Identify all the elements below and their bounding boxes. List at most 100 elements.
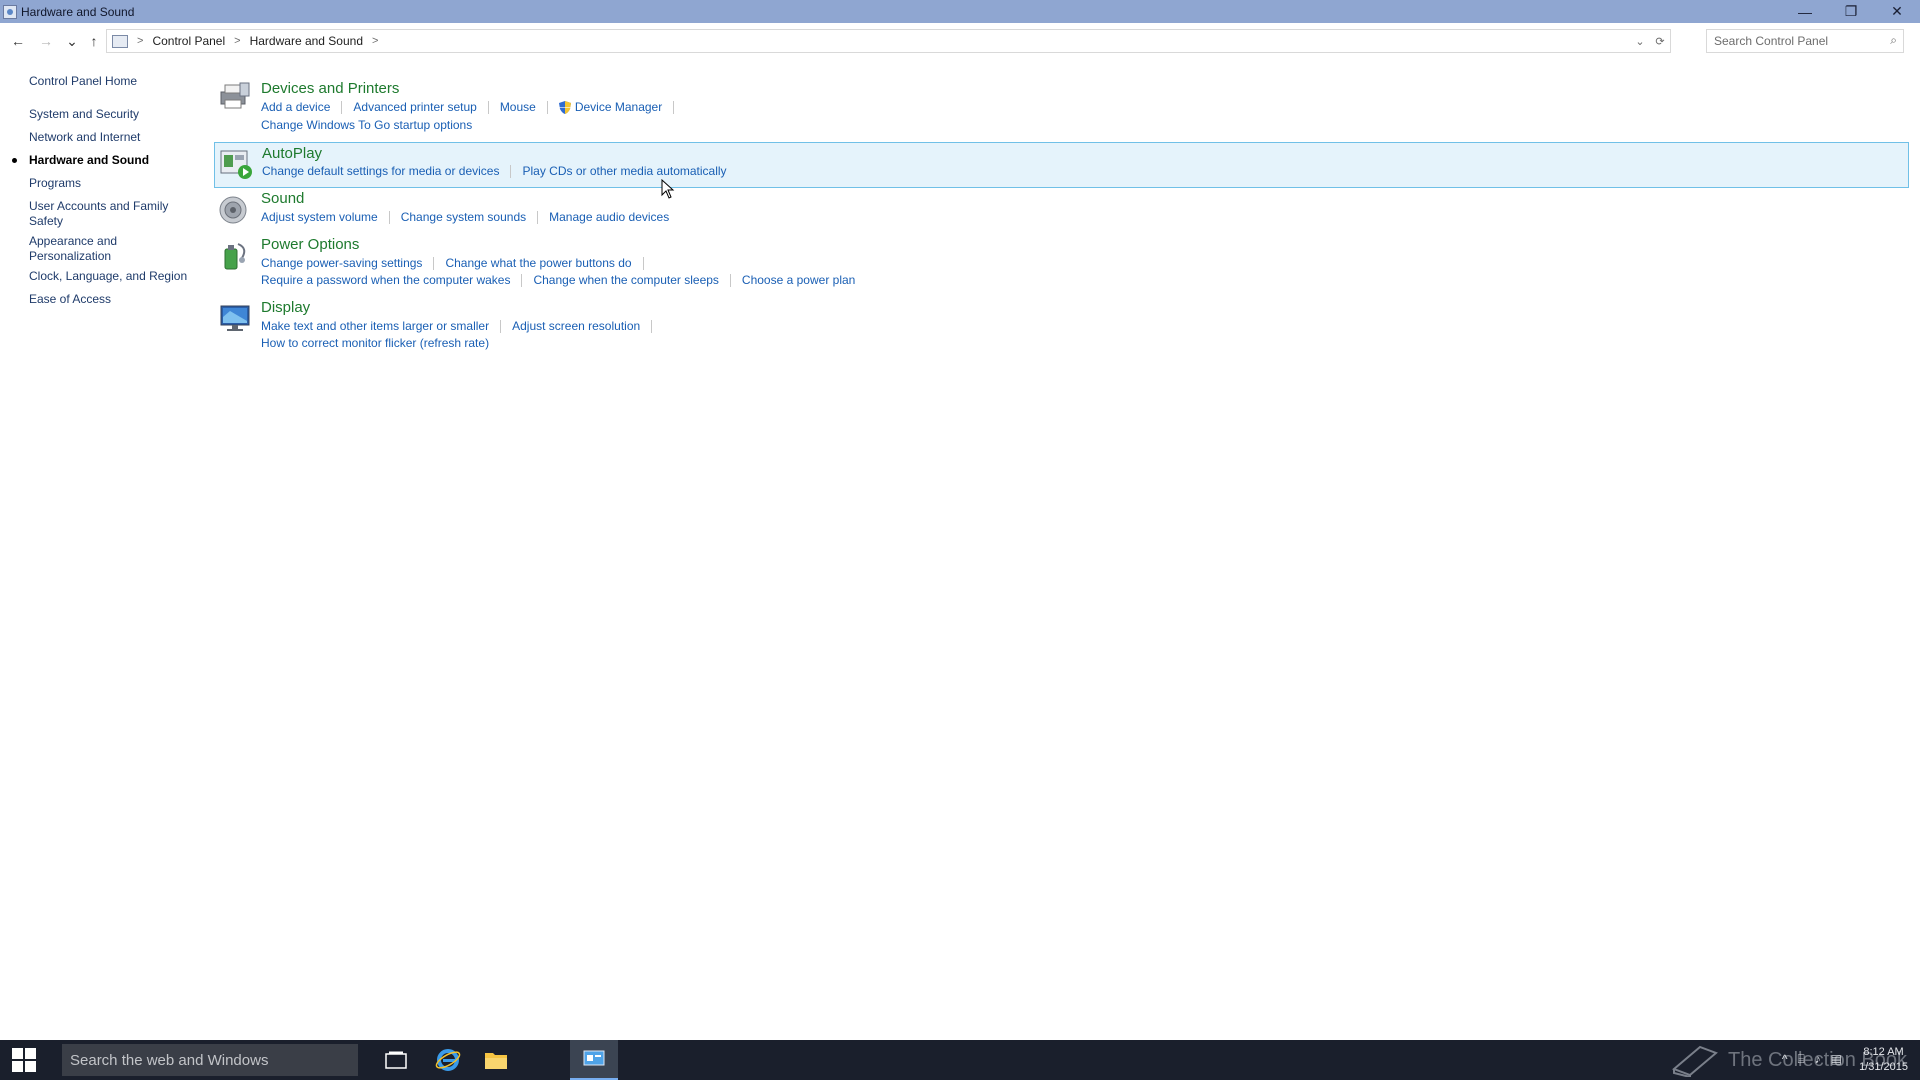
address-dropdown-icon[interactable]: ⌄ (1630, 35, 1650, 48)
book-watermark-icon (1672, 1045, 1718, 1077)
chevron-up-icon[interactable]: ^ (1782, 1052, 1788, 1067)
current-page-bullet (12, 158, 17, 163)
taskbar: Search the web and Windows The Collectio… (0, 1040, 1920, 1080)
printer-icon (220, 82, 250, 109)
task-view-icon (385, 1051, 407, 1069)
change-system-sounds-link[interactable]: Change system sounds (401, 210, 526, 224)
taskbar-search-input[interactable]: Search the web and Windows (62, 1044, 358, 1076)
divider (537, 210, 539, 224)
chevron-right-icon[interactable]: > (234, 35, 240, 47)
refresh-icon[interactable]: ⟳ (1650, 35, 1670, 48)
volume-icon[interactable]: ♪ (1815, 1052, 1821, 1067)
breadcrumb-control-panel[interactable]: Control Panel (152, 34, 225, 48)
sound-title[interactable]: Sound (261, 190, 304, 207)
power-options-icon (224, 243, 246, 270)
recent-locations-button[interactable]: ⌄ (62, 32, 82, 50)
clock[interactable]: 8:12 AM 1/31/2015 (1859, 1045, 1908, 1075)
file-explorer-button[interactable] (472, 1040, 520, 1080)
window-controls: — ❐ ✕ (1782, 0, 1920, 23)
internet-explorer-button[interactable] (424, 1040, 472, 1080)
control-panel-icon (583, 1050, 605, 1066)
up-button[interactable]: ↑ (84, 32, 104, 50)
search-input[interactable]: Search Control Panel ⌕ (1706, 29, 1904, 53)
windows-to-go-link[interactable]: Change Windows To Go startup options (261, 118, 472, 132)
breadcrumb-hardware-and-sound[interactable]: Hardware and Sound (250, 34, 363, 48)
autoplay-title[interactable]: AutoPlay (262, 145, 322, 162)
nav-user-accounts[interactable]: User Accounts and Family Safety (29, 199, 179, 229)
manage-audio-devices-link[interactable]: Manage audio devices (549, 210, 669, 224)
category-sound: Sound Adjust system volume Change system… (214, 190, 1909, 234)
folder-icon (485, 1053, 507, 1069)
taskbar-search-placeholder: Search the web and Windows (70, 1051, 269, 1069)
nav-programs[interactable]: Programs (29, 176, 189, 191)
nav-ease-of-access[interactable]: Ease of Access (29, 292, 189, 307)
device-manager-link[interactable]: Device Manager (575, 100, 662, 114)
category-display: Display Make text and other items larger… (214, 299, 1909, 355)
divider (673, 100, 675, 114)
advanced-printer-setup-link[interactable]: Advanced printer setup (353, 100, 476, 114)
windows-logo-icon (12, 1048, 36, 1072)
nav-clock-language-region[interactable]: Clock, Language, and Region (29, 269, 189, 284)
choose-power-plan-link[interactable]: Choose a power plan (742, 273, 855, 287)
change-default-media-settings-link[interactable]: Change default settings for media or dev… (262, 164, 499, 178)
require-password-on-wake-link[interactable]: Require a password when the computer wak… (261, 273, 510, 287)
divider (642, 256, 644, 270)
chevron-right-icon[interactable]: > (137, 35, 143, 47)
forward-button[interactable]: → (36, 32, 56, 50)
divider (651, 319, 653, 333)
task-view-button[interactable] (372, 1040, 420, 1080)
network-icon[interactable]: ⌸ (1797, 1052, 1804, 1067)
change-sleep-time-link[interactable]: Change when the computer sleeps (533, 273, 718, 287)
close-button[interactable]: ✕ (1874, 0, 1920, 23)
internet-explorer-icon (435, 1049, 461, 1071)
mouse-link[interactable]: Mouse (500, 100, 536, 114)
divider (510, 164, 512, 178)
power-options-title[interactable]: Power Options (261, 236, 359, 253)
nav-appearance[interactable]: Appearance and Personalization (29, 234, 139, 264)
power-links-row-2: Require a password when the computer wak… (261, 273, 855, 287)
divider (729, 273, 731, 287)
nav-network-and-internet[interactable]: Network and Internet (29, 130, 189, 145)
search-icon[interactable]: ⌕ (1890, 33, 1897, 48)
monitor-flicker-link[interactable]: How to correct monitor flicker (refresh … (261, 336, 489, 350)
adjust-system-volume-link[interactable]: Adjust system volume (261, 210, 378, 224)
nav-system-and-security[interactable]: System and Security (29, 107, 189, 122)
address-bar: ← → ⌄ ↑ > Control Panel > Hardware and S… (0, 23, 1920, 58)
tray-icons: ^ ⌸ ♪ ▤ (1782, 1052, 1842, 1067)
window-title: Hardware and Sound (21, 4, 135, 19)
category-autoplay: AutoPlay Change default settings for med… (214, 142, 1909, 188)
control-panel-icon (112, 34, 128, 48)
devices-and-printers-title[interactable]: Devices and Printers (261, 80, 399, 97)
divider (487, 100, 489, 114)
divider (388, 210, 390, 224)
change-power-buttons-link[interactable]: Change what the power buttons do (445, 256, 631, 270)
search-placeholder: Search Control Panel (1714, 34, 1829, 48)
power-links-row-1: Change power-saving settings Change what… (261, 256, 655, 270)
make-text-larger-link[interactable]: Make text and other items larger or smal… (261, 319, 489, 333)
divider (500, 319, 502, 333)
clock-date: 1/31/2015 (1859, 1061, 1908, 1073)
play-cds-automatically-link[interactable]: Play CDs or other media automatically (522, 164, 726, 178)
back-button[interactable]: ← (8, 32, 28, 50)
action-center-icon[interactable]: ▤ (1831, 1052, 1842, 1067)
title-bar: Hardware and Sound — ❐ ✕ (0, 0, 1920, 23)
category-power-options: Power Options Change power-saving settin… (214, 236, 1909, 294)
start-button[interactable] (0, 1040, 48, 1080)
uac-shield-icon (558, 100, 571, 114)
mouse-cursor-icon (661, 179, 675, 199)
adjust-screen-resolution-link[interactable]: Adjust screen resolution (512, 319, 640, 333)
minimize-button[interactable]: — (1782, 0, 1828, 23)
nav-control-panel-home[interactable]: Control Panel Home (29, 74, 189, 89)
restore-button[interactable]: ❐ (1828, 0, 1874, 23)
address-box[interactable]: > Control Panel > Hardware and Sound > ⌄… (106, 29, 1671, 53)
divider (341, 100, 343, 114)
change-power-saving-settings-link[interactable]: Change power-saving settings (261, 256, 422, 270)
display-title[interactable]: Display (261, 299, 310, 316)
display-icon (220, 305, 250, 331)
add-a-device-link[interactable]: Add a device (261, 100, 330, 114)
control-panel-taskbar-button[interactable] (570, 1040, 618, 1080)
divider (433, 256, 435, 270)
chevron-right-icon[interactable]: > (372, 35, 378, 47)
nav-hardware-and-sound[interactable]: Hardware and Sound (29, 153, 189, 168)
devices-links-row-2: Change Windows To Go startup options (261, 118, 472, 132)
